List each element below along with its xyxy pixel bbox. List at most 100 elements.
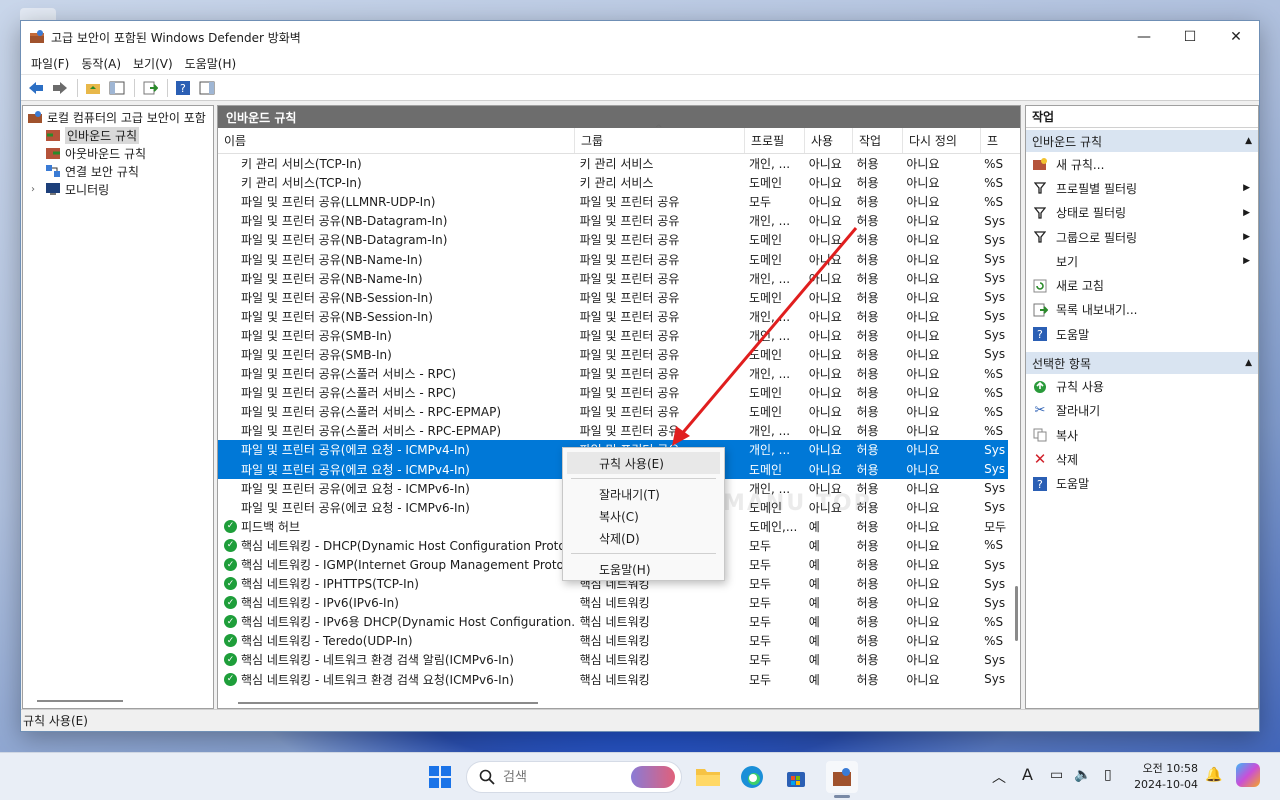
context-menu: 규칙 사용(E) 잘라내기(T) 복사(C) 삭제(D) 도움말(H)	[562, 447, 725, 581]
table-row[interactable]: 파일 및 프린터 공유(LLMNR-UDP-In) 파일 및 프린터 공유 모두 아니…	[218, 192, 1008, 211]
show-action-pane-button[interactable]	[196, 78, 218, 98]
battery-icon[interactable]: ▯	[1104, 767, 1112, 783]
col-action[interactable]: 작업	[853, 128, 903, 153]
forward-button[interactable]	[49, 78, 71, 98]
table-row[interactable]: 파일 및 프린터 공유(SMB-In) 파일 및 프린터 공유 개인, ... 아니요…	[218, 326, 1008, 345]
title-bar[interactable]: 고급 보안이 포함된 Windows Defender 방화벽 — ☐ ✕	[21, 21, 1259, 53]
table-row[interactable]: 파일 및 프린터 공유(스풀러 서비스 - RPC) 파일 및 프린터 공유 개인,…	[218, 364, 1008, 383]
actions-section-selected[interactable]: 선택한 항목 ▲	[1026, 352, 1258, 375]
action-copy[interactable]: 복사	[1026, 423, 1258, 447]
col-group[interactable]: 그룹 ^	[575, 124, 745, 153]
rule-profile-cell: 모두	[748, 195, 772, 210]
collapse-arrow-icon[interactable]: ▲	[1245, 358, 1252, 368]
rule-program-cell: Sys	[984, 462, 1006, 477]
tree-item-connection-security[interactable]: 연결 보안 규칙	[23, 162, 213, 180]
menu-help[interactable]: 도움말(H)	[179, 55, 243, 72]
tray-overflow-chevron-icon[interactable]: ︿	[992, 767, 1006, 787]
collapse-arrow-icon[interactable]: ▲	[1245, 136, 1252, 146]
file-explorer-button[interactable]	[692, 761, 724, 793]
table-row[interactable]: 파일 및 프린터 공유(NB-Name-In) 파일 및 프린터 공유 개인, ..…	[218, 269, 1008, 288]
firewall-taskbar-button[interactable]	[826, 761, 858, 793]
rule-name-cell: 파일 및 프린터 공유(에코 요청 - ICMPv6-In)	[218, 499, 574, 516]
table-row[interactable]: 파일 및 프린터 공유(NB-Session-In) 파일 및 프린터 공유 도메인…	[218, 288, 1008, 307]
copilot-icon[interactable]	[1236, 763, 1260, 787]
menu-view[interactable]: 보기(V)	[127, 55, 179, 72]
ime-indicator[interactable]: A	[1022, 765, 1033, 784]
action-filter-group[interactable]: 그룹으로 필터링 ▶	[1026, 225, 1258, 249]
tree-root[interactable]: 로컬 컴퓨터의 고급 보안이 포함	[23, 108, 213, 126]
help-button[interactable]: ?	[172, 78, 194, 98]
table-row[interactable]: 파일 및 프린터 공유(스풀러 서비스 - RPC-EPMAP) 파일 및 프린터…	[218, 421, 1008, 440]
table-row[interactable]: 파일 및 프린터 공유(NB-Datagram-In) 파일 및 프린터 공유 개인…	[218, 211, 1008, 230]
action-help-selected[interactable]: ? 도움말	[1026, 472, 1258, 496]
volume-icon[interactable]: 🔈	[1074, 767, 1091, 783]
table-row[interactable]: 파일 및 프린터 공유(SMB-In) 파일 및 프린터 공유 도메인 아니요 허용 아니…	[218, 345, 1008, 364]
tree-hscroll[interactable]	[37, 700, 123, 702]
edge-button[interactable]	[736, 761, 768, 793]
table-row[interactable]: 파일 및 프린터 공유(NB-Session-In) 파일 및 프린터 공유 개인,…	[218, 307, 1008, 326]
action-export-list[interactable]: 목록 내보내기...	[1026, 298, 1258, 322]
rule-override-cell: 아니요	[906, 233, 940, 248]
col-enabled[interactable]: 사용	[805, 128, 853, 153]
rule-profile-cell: 도메인	[748, 233, 783, 248]
action-view[interactable]: 보기 ▶	[1026, 249, 1258, 273]
tree-item-inbound[interactable]: 인바운드 규칙	[23, 126, 213, 144]
show-hide-tree-button[interactable]	[106, 78, 128, 98]
action-help[interactable]: ? 도움말	[1026, 322, 1258, 346]
table-row[interactable]: ✓ 핵심 네트워킹 - IPv6(IPv6-In) 핵심 네트워킹 모두 예 허용 아니요 S…	[218, 593, 1008, 612]
table-row[interactable]: 파일 및 프린터 공유(NB-Datagram-In) 파일 및 프린터 공유 도메…	[218, 230, 1008, 249]
menu-action[interactable]: 동작(A)	[75, 55, 127, 72]
table-row[interactable]: ✓ 핵심 네트워킹 - 네트워크 환경 검색 요청(ICMPv6-In) 핵심 네트…	[218, 670, 1008, 689]
back-button[interactable]	[25, 78, 47, 98]
ctx-enable-rule[interactable]: 규칙 사용(E)	[567, 452, 720, 474]
tree-item-outbound[interactable]: 아웃바운드 규칙	[23, 144, 213, 162]
ctx-cut[interactable]: 잘라내기(T)	[563, 483, 724, 505]
rule-profile-cell: 도메인	[748, 290, 783, 305]
network-icon[interactable]: ▭	[1050, 767, 1063, 783]
table-row[interactable]: ✓ 핵심 네트워킹 - IPv6용 DHCP(Dynamic Host Confi…	[218, 612, 1008, 631]
rule-override-cell: 아니요	[906, 405, 940, 420]
action-filter-state[interactable]: 상태로 필터링 ▶	[1026, 201, 1258, 225]
col-name[interactable]: 이름	[218, 128, 575, 153]
menu-file[interactable]: 파일(F)	[25, 55, 75, 72]
horizontal-scrollbar-thumb[interactable]	[238, 702, 538, 704]
table-row[interactable]: ✓ 핵심 네트워킹 - Teredo(UDP-In) 핵심 네트워킹 모두 예 허용 아니요…	[218, 631, 1008, 650]
action-new-rule[interactable]: 새 규칙...	[1026, 152, 1258, 176]
rule-enabled-check-icon: ✓	[224, 596, 237, 610]
vertical-scrollbar-thumb[interactable]	[1015, 586, 1018, 641]
tree-item-monitoring[interactable]: › 모니터링	[23, 180, 213, 198]
action-enable-rule[interactable]: 규칙 사용	[1026, 374, 1258, 398]
actions-section-inbound[interactable]: 인바운드 규칙 ▲	[1026, 130, 1258, 152]
col-program[interactable]: 프	[981, 128, 1011, 153]
export-list-button[interactable]	[139, 78, 161, 98]
maximize-button[interactable]: ☐	[1167, 21, 1213, 53]
action-filter-profile[interactable]: 프로필별 필터링 ▶	[1026, 176, 1258, 200]
expand-chevron-icon[interactable]: ›	[31, 184, 45, 195]
action-refresh[interactable]: 새로 고침	[1026, 273, 1258, 297]
store-button[interactable]	[780, 761, 812, 793]
col-profile[interactable]: 프로필	[745, 128, 805, 153]
table-row[interactable]: 파일 및 프린터 공유(NB-Name-In) 파일 및 프린터 공유 도메인 아니요…	[218, 249, 1008, 268]
rule-override-cell: 아니요	[906, 271, 940, 286]
notification-bell-icon[interactable]: 🔔	[1205, 767, 1222, 783]
rule-action-cell: 허용	[856, 500, 879, 515]
table-row[interactable]: 파일 및 프린터 공유(스풀러 서비스 - RPC) 파일 및 프린터 공유 도메인…	[218, 383, 1008, 402]
system-clock[interactable]: 오전 10:58 2024-10-04	[1134, 761, 1198, 793]
table-row[interactable]: 키 관리 서비스(TCP-In) 키 관리 서비스 개인, ... 아니요 허용 아니요%…	[218, 154, 1008, 173]
up-folder-button[interactable]	[82, 78, 104, 98]
col-override[interactable]: 다시 정의	[903, 128, 981, 153]
action-cut[interactable]: ✂ 잘라내기	[1026, 399, 1258, 423]
action-delete[interactable]: ✕ 삭제	[1026, 447, 1258, 471]
taskbar-search[interactable]	[466, 761, 682, 793]
ctx-delete[interactable]: 삭제(D)	[563, 527, 724, 549]
ctx-copy[interactable]: 복사(C)	[563, 505, 724, 527]
start-button[interactable]	[424, 761, 456, 793]
ctx-help[interactable]: 도움말(H)	[563, 558, 724, 580]
table-row[interactable]: 키 관리 서비스(TCP-In) 키 관리 서비스 도메인 아니요 허용 아니요 %S	[218, 173, 1008, 192]
table-row[interactable]: 파일 및 프린터 공유(스풀러 서비스 - RPC-EPMAP) 파일 및 프린터…	[218, 402, 1008, 421]
minimize-button[interactable]: —	[1121, 21, 1167, 53]
close-button[interactable]: ✕	[1213, 21, 1259, 53]
toolbar: ?	[21, 75, 1259, 101]
table-row[interactable]: ✓ 핵심 네트워킹 - 네트워크 환경 검색 알림(ICMPv6-In) 핵심 네트…	[218, 650, 1008, 669]
search-input[interactable]	[503, 769, 623, 785]
